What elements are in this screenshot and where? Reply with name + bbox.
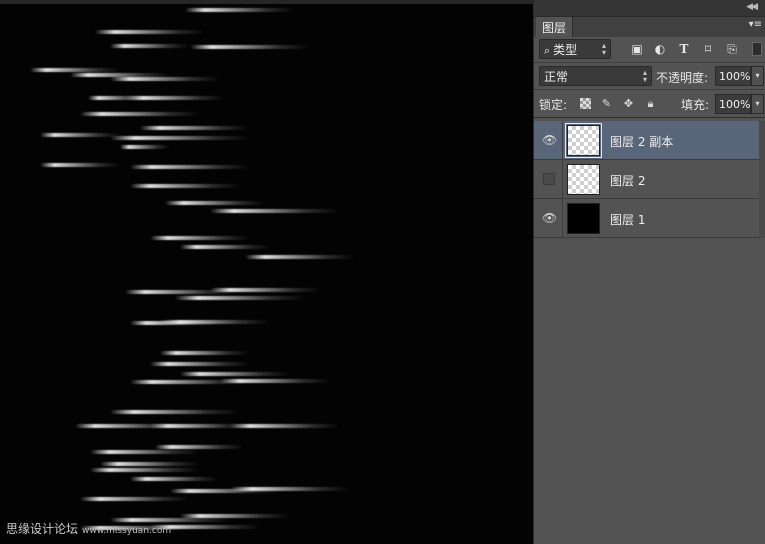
light-streak [120, 145, 170, 149]
light-streak [140, 126, 250, 130]
lock-all-icon[interactable]: 🔒︎ [644, 97, 657, 110]
light-streak [90, 450, 200, 454]
light-streak [125, 96, 225, 100]
layer-name[interactable]: 图层 1 [610, 211, 645, 228]
opacity-label: 不透明度: [656, 71, 709, 85]
layer-list-empty-area [534, 238, 765, 544]
layer-name[interactable]: 图层 2 [610, 172, 645, 189]
blend-mode-value: 正常 [544, 70, 569, 84]
layer-name[interactable]: 图层 2 副本 [610, 133, 673, 150]
lock-transparent-pixels-icon[interactable] [580, 98, 591, 109]
opacity-input[interactable]: 100% [715, 66, 751, 86]
double-chevron-left-icon[interactable]: ◀◀ [746, 2, 758, 12]
shape-filter-icon[interactable]: ⌑ [701, 42, 715, 56]
layer-row[interactable]: 👁︎ 图层 1 [534, 199, 760, 238]
light-streak [80, 497, 190, 501]
updown-caret-icon: ▴ ▾ [601, 41, 606, 57]
smartobject-filter-icon[interactable]: ⎘ [725, 42, 739, 56]
light-streak [165, 201, 265, 205]
light-streak [230, 487, 350, 491]
watermark: 思缘设计论坛 www.missyuan.com [6, 520, 171, 537]
filter-toggle-icon[interactable] [752, 42, 762, 56]
light-streak [180, 245, 270, 249]
layer-thumbnail [567, 203, 600, 234]
light-streak [110, 44, 190, 48]
light-streak [180, 372, 290, 376]
search-icon: ⌕ [544, 44, 551, 57]
light-streak [95, 30, 205, 34]
light-streak [130, 165, 250, 169]
panel-collapse-bar[interactable]: ◀◀ [534, 0, 765, 17]
fill-dropdown-button[interactable]: ▾ [751, 94, 764, 114]
light-streak [80, 112, 200, 116]
light-streak [245, 255, 355, 259]
panel-menu-icon[interactable]: ▾≡ [749, 19, 762, 30]
light-streak [220, 379, 330, 383]
watermark-url: www.missyuan.com [82, 526, 172, 536]
updown-caret-icon: ▴ ▾ [642, 68, 647, 84]
light-streak [175, 296, 305, 300]
light-streak [130, 477, 220, 481]
light-streak [40, 163, 120, 167]
eye-icon[interactable]: 👁︎ [542, 133, 557, 147]
layer-row[interactable]: 👁︎ 图层 2 副本 [534, 121, 760, 160]
light-streak [30, 68, 120, 72]
light-streak [210, 209, 340, 213]
fill-label: 填充: [681, 98, 710, 112]
type-filter-icon[interactable]: T [677, 42, 691, 56]
light-streak [230, 424, 340, 428]
watermark-text: 思缘设计论坛 [6, 522, 79, 536]
layer-thumbnail [567, 164, 600, 195]
layers-panel: ◀◀ 图层 ▾≡ ⌕ 类型 ▴ ▾ ▣ ◐ T ⌑ ⎘ 正常 ▴ ▾ 不透明度: 10… [533, 0, 765, 544]
light-streak [180, 514, 290, 518]
visibility-box[interactable] [543, 173, 555, 185]
canvas-top-edge [0, 0, 533, 4]
adjustment-filter-icon[interactable]: ◐ [653, 42, 667, 56]
light-streak [160, 351, 250, 355]
lock-row: 锁定: ✎ ✥ 🔒︎ 填充: 100% ▾ [534, 90, 765, 118]
fill-input[interactable]: 100% [715, 94, 751, 114]
lock-position-icon[interactable]: ✥ [622, 97, 635, 110]
light-streak [155, 445, 245, 449]
blend-mode-select[interactable]: 正常 ▴ ▾ [539, 66, 652, 86]
light-streak [110, 136, 250, 140]
layer-thumbnail [565, 123, 602, 158]
layer-list-scrollbar[interactable] [759, 121, 765, 241]
light-streak [90, 468, 200, 472]
divider [562, 121, 563, 160]
light-streak [150, 362, 250, 366]
lock-image-pixels-icon[interactable]: ✎ [600, 97, 613, 110]
layer-list: 👁︎ 图层 2 副本 图层 2 👁︎ 图层 1 [534, 121, 765, 238]
filter-kind-value: 类型 [553, 43, 578, 57]
eye-icon[interactable]: 👁︎ [542, 211, 557, 225]
divider [562, 199, 563, 238]
light-streak [110, 77, 220, 81]
light-streak [40, 133, 120, 137]
divider [562, 160, 563, 199]
image-filter-icon[interactable]: ▣ [630, 42, 644, 56]
tab-layers[interactable]: 图层 [536, 17, 574, 37]
light-streak [210, 288, 320, 292]
filter-kind-select[interactable]: ⌕ 类型 ▴ ▾ [539, 39, 611, 59]
light-streak [190, 45, 310, 49]
light-streak [130, 184, 240, 188]
light-streak [150, 236, 250, 240]
panel-tab-row: 图层 ▾≡ [534, 17, 765, 37]
opacity-dropdown-button[interactable]: ▾ [751, 66, 764, 86]
light-streak [160, 320, 270, 324]
lock-label: 锁定: [539, 98, 568, 112]
layer-filter-row: ⌕ 类型 ▴ ▾ ▣ ◐ T ⌑ ⎘ [534, 37, 765, 63]
layer-row[interactable]: 图层 2 [534, 160, 760, 199]
blend-row: 正常 ▴ ▾ 不透明度: 100% ▾ [534, 63, 765, 90]
document-canvas[interactable]: 思缘设计论坛 www.missyuan.com [0, 0, 533, 544]
light-streak [110, 410, 240, 414]
light-streak [185, 8, 295, 12]
light-streak [100, 462, 200, 466]
